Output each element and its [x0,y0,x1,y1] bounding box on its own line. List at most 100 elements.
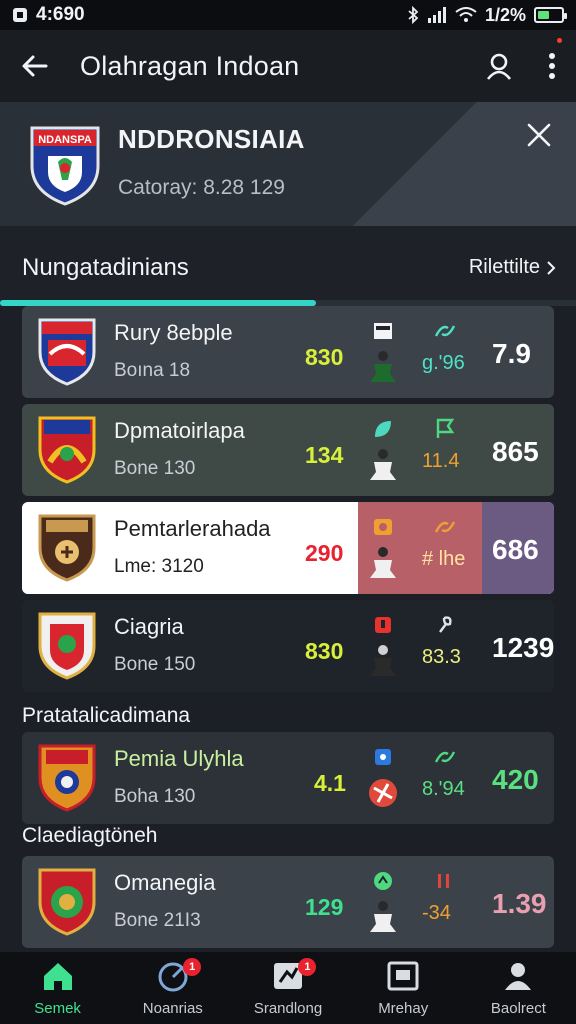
player-icon [370,645,396,676]
nav-profile[interactable]: Baolrect [461,952,576,1024]
player-icon [370,547,396,578]
team-crest-icon [38,744,96,812]
group-title: Claediagtöneh [22,824,158,847]
notification-badge: 1 [298,958,317,976]
nav-standings-label: Srandlong [253,999,323,1017]
lock-icon [375,749,391,765]
bars-icon [438,874,449,888]
rating-value: 865 [492,436,539,467]
group-title: Pratatalicadimana [22,704,191,727]
card-icon [375,617,391,633]
rating-value: 1239 [492,632,554,663]
stat-value: g.'96 [422,352,465,374]
badge-icon [374,519,392,535]
nav-standings[interactable]: Srandlong 1 [230,952,345,1024]
list-item-selected[interactable]: Pemtarlerahada Lme: 3120 290 # lhe 686 [22,502,554,594]
status-bar: 4:690 1/2% [0,0,576,30]
team-crest-icon [38,514,96,582]
section-header: Nungatadinians Rilettilte [0,226,576,306]
bottom-navigation: Semek Noanrias 1 Srandlong 1 Mrehay Baol… [0,952,576,1024]
team-name: Pemia Ulyhla [114,746,244,771]
profile-search-icon[interactable] [484,51,514,81]
rating-value: 686 [492,534,539,565]
team-meta: Bone 150 [114,654,196,675]
nav-home-label: Semek [34,999,81,1017]
more-vertical-icon[interactable] [548,52,556,80]
crest-text: NDANSPA [38,134,92,146]
media-icon [387,961,419,990]
team-meta: Lme: 3120 [114,556,204,577]
profile-icon [505,962,532,990]
bluetooth-icon [408,6,419,24]
pin-icon [439,616,452,633]
team-name: NDDRONSIAIA [118,124,305,154]
team-name: Pemtarlerahada [114,516,271,541]
player-icon [370,351,396,382]
flag-icon [436,418,455,438]
team-crest-icon: NDANSPA [30,126,100,206]
score-value: 290 [305,540,344,566]
notification-badge: 1 [183,958,202,976]
team-crest-icon [38,416,96,484]
team-meta: Bone 21I3 [114,910,201,931]
team-meta: Boına 18 [114,360,191,381]
score-value: 830 [305,638,344,664]
list-item[interactable]: Ciagria Bone 150 830 83.3 1239 [22,600,554,692]
team-meta: Boha 130 [114,786,196,807]
see-more-link[interactable]: Rilettilte [469,256,556,279]
leaf-icon [374,872,392,890]
stat-value: 83.3 [422,646,461,668]
home-icon [43,962,72,990]
nav-scores[interactable]: Noanrias 1 [115,952,230,1024]
list-item[interactable]: Dpmatoirlapa Bone 130 134 11.4 865 [22,404,554,496]
stat-value: # lhe [422,548,466,570]
list-item[interactable]: Pemia Ulyhla Boha 130 4.1 8.'94 420 [22,732,554,824]
nav-media-label: Mrehay [378,999,429,1017]
section-title: Nungatadinians [22,254,189,281]
link-icon [434,751,456,763]
list-item[interactable]: Rury 8ebple Boına 18 830 g.'96 7.9 [22,306,554,398]
score-value: 4.1 [314,770,346,796]
list-item[interactable]: Omanegia Bone 21I3 129 -34 1.39 [22,856,554,948]
chevron-right-icon [547,260,556,275]
nav-home[interactable]: Semek [0,952,115,1024]
page-title: Olahragan Indoan [80,50,300,81]
team-meta: Bone 130 [114,458,196,479]
rating-value: 7.9 [492,338,531,369]
team-crest-icon [38,612,96,680]
link-icon [434,521,456,533]
stat-value: 11.4 [422,450,460,472]
notification-icon [13,8,27,22]
wifi-icon [455,7,477,22]
team-name: Ciagria [114,614,184,639]
notification-dot [557,38,562,43]
nav-profile-label: Baolrect [490,999,546,1017]
stat-value: -34 [422,902,451,924]
see-more-label: Rilettilte [468,256,540,278]
team-category: Catoray: 8.28 129 [118,176,285,199]
rating-value: 420 [492,764,539,795]
player-icon [370,449,396,480]
player-icon [370,901,396,932]
team-name: Dpmatoirlapa [114,418,245,443]
score-value: 129 [305,894,344,920]
nav-media[interactable]: Mrehay [346,952,461,1024]
team-name: Rury 8ebple [114,320,233,345]
score-value: 134 [305,442,344,468]
team-crest-icon [38,868,96,936]
battery-level [538,11,549,19]
link-icon [434,325,456,337]
status-time: 4:690 [36,4,85,25]
nav-scores-label: Noanrias [142,999,203,1017]
rating-value: 1.39 [492,888,547,919]
stat-value: 8.'94 [422,778,465,800]
battery-text: 1/2% [484,4,526,25]
back-arrow-icon[interactable] [20,51,50,81]
battery-icon [534,7,567,23]
leaf-icon [375,421,391,437]
signal-icon [427,7,446,23]
team-crest-icon [38,318,96,386]
score-value: 830 [305,344,344,370]
close-icon[interactable] [524,120,554,150]
card-icon [374,323,392,339]
